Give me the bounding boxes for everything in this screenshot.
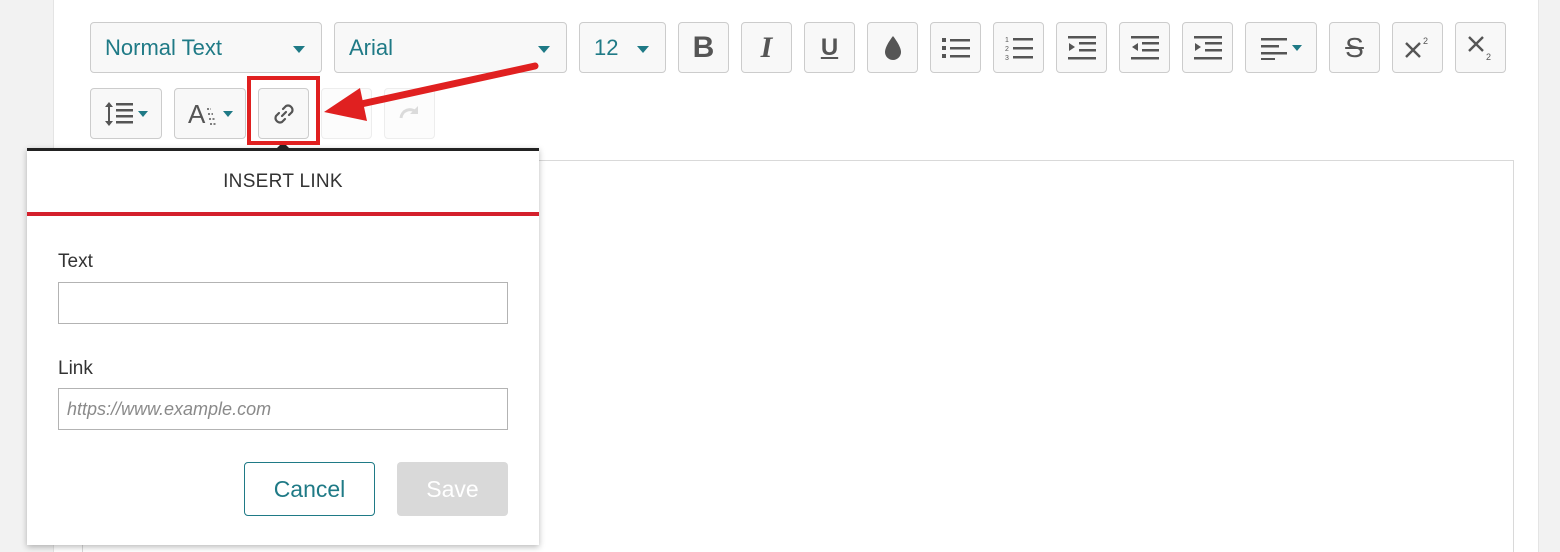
subscript-button[interactable]: 2 <box>1455 22 1506 73</box>
text-color-button[interactable] <box>867 22 918 73</box>
superscript-icon: 2 <box>1404 36 1428 58</box>
text-field-label: Text <box>58 251 93 272</box>
chevron-down-icon <box>538 46 550 53</box>
underline-icon: U <box>820 33 839 61</box>
strikethrough-icon: S <box>1345 31 1364 63</box>
popover-title: INSERT LINK <box>27 151 539 216</box>
indent-icon <box>1067 35 1096 59</box>
line-height-button[interactable] <box>90 88 162 139</box>
bulleted-list-icon <box>941 37 970 58</box>
svg-text:1: 1 <box>1005 37 1009 44</box>
align-button[interactable] <box>1245 22 1317 73</box>
chevron-down-icon <box>222 110 233 117</box>
increase-indent-button[interactable] <box>1056 22 1107 73</box>
ink-drop-icon <box>884 35 901 60</box>
chevron-down-icon <box>137 110 148 117</box>
svg-text:2: 2 <box>1005 46 1009 53</box>
paragraph-style-value: Normal Text <box>105 34 222 60</box>
italic-button[interactable]: I <box>741 22 792 73</box>
strikethrough-button[interactable]: S <box>1329 22 1380 73</box>
font-size-value: 12 <box>594 34 619 60</box>
undo-icon <box>338 105 357 118</box>
redo-button[interactable] <box>384 88 435 139</box>
cancel-button[interactable]: Cancel <box>244 462 375 516</box>
clear-format-button[interactable]: A <box>174 88 246 139</box>
save-button: Save <box>397 462 508 516</box>
subscript-icon: 2 <box>1467 35 1491 61</box>
outdent-icon <box>1130 35 1159 59</box>
numbered-list-icon: 1 2 3 <box>1005 37 1033 61</box>
indent-icon <box>1193 35 1222 59</box>
decrease-indent-button[interactable] <box>1119 22 1170 73</box>
popover-pointer <box>276 142 290 149</box>
align-left-icon <box>1260 37 1287 60</box>
font-family-value: Arial <box>349 34 394 60</box>
bold-icon: B <box>692 30 715 64</box>
svg-text:3: 3 <box>1005 55 1009 61</box>
font-size-dropdown[interactable]: 12 <box>579 22 666 73</box>
bold-button[interactable]: B <box>678 22 729 73</box>
right-scroll-gutter <box>1538 0 1560 552</box>
link-text-input[interactable] <box>58 282 508 324</box>
redo-icon <box>399 105 418 118</box>
italic-icon: I <box>760 30 773 64</box>
insert-link-popover: INSERT LINK Text Link Cancel Save <box>27 142 539 545</box>
line-height-icon <box>104 101 133 126</box>
chevron-down-icon <box>637 46 649 53</box>
svg-text:2: 2 <box>1423 36 1428 46</box>
clear-format-icon: A <box>188 101 216 127</box>
font-family-dropdown[interactable]: Arial <box>334 22 567 73</box>
superscript-button[interactable]: 2 <box>1392 22 1443 73</box>
undo-button[interactable] <box>321 88 372 139</box>
insert-link-button[interactable] <box>258 88 309 139</box>
link-icon <box>273 103 294 124</box>
svg-text:2: 2 <box>1486 52 1491 61</box>
svg-text:A: A <box>188 101 206 127</box>
block-indent-button[interactable] <box>1182 22 1233 73</box>
chevron-down-icon <box>1291 44 1302 51</box>
numbered-list-button[interactable]: 1 2 3 <box>993 22 1044 73</box>
underline-button[interactable]: U <box>804 22 855 73</box>
link-url-input[interactable] <box>58 388 508 430</box>
bulleted-list-button[interactable] <box>930 22 981 73</box>
chevron-down-icon <box>293 46 305 53</box>
link-field-label: Link <box>58 358 93 379</box>
paragraph-style-dropdown[interactable]: Normal Text <box>90 22 322 73</box>
